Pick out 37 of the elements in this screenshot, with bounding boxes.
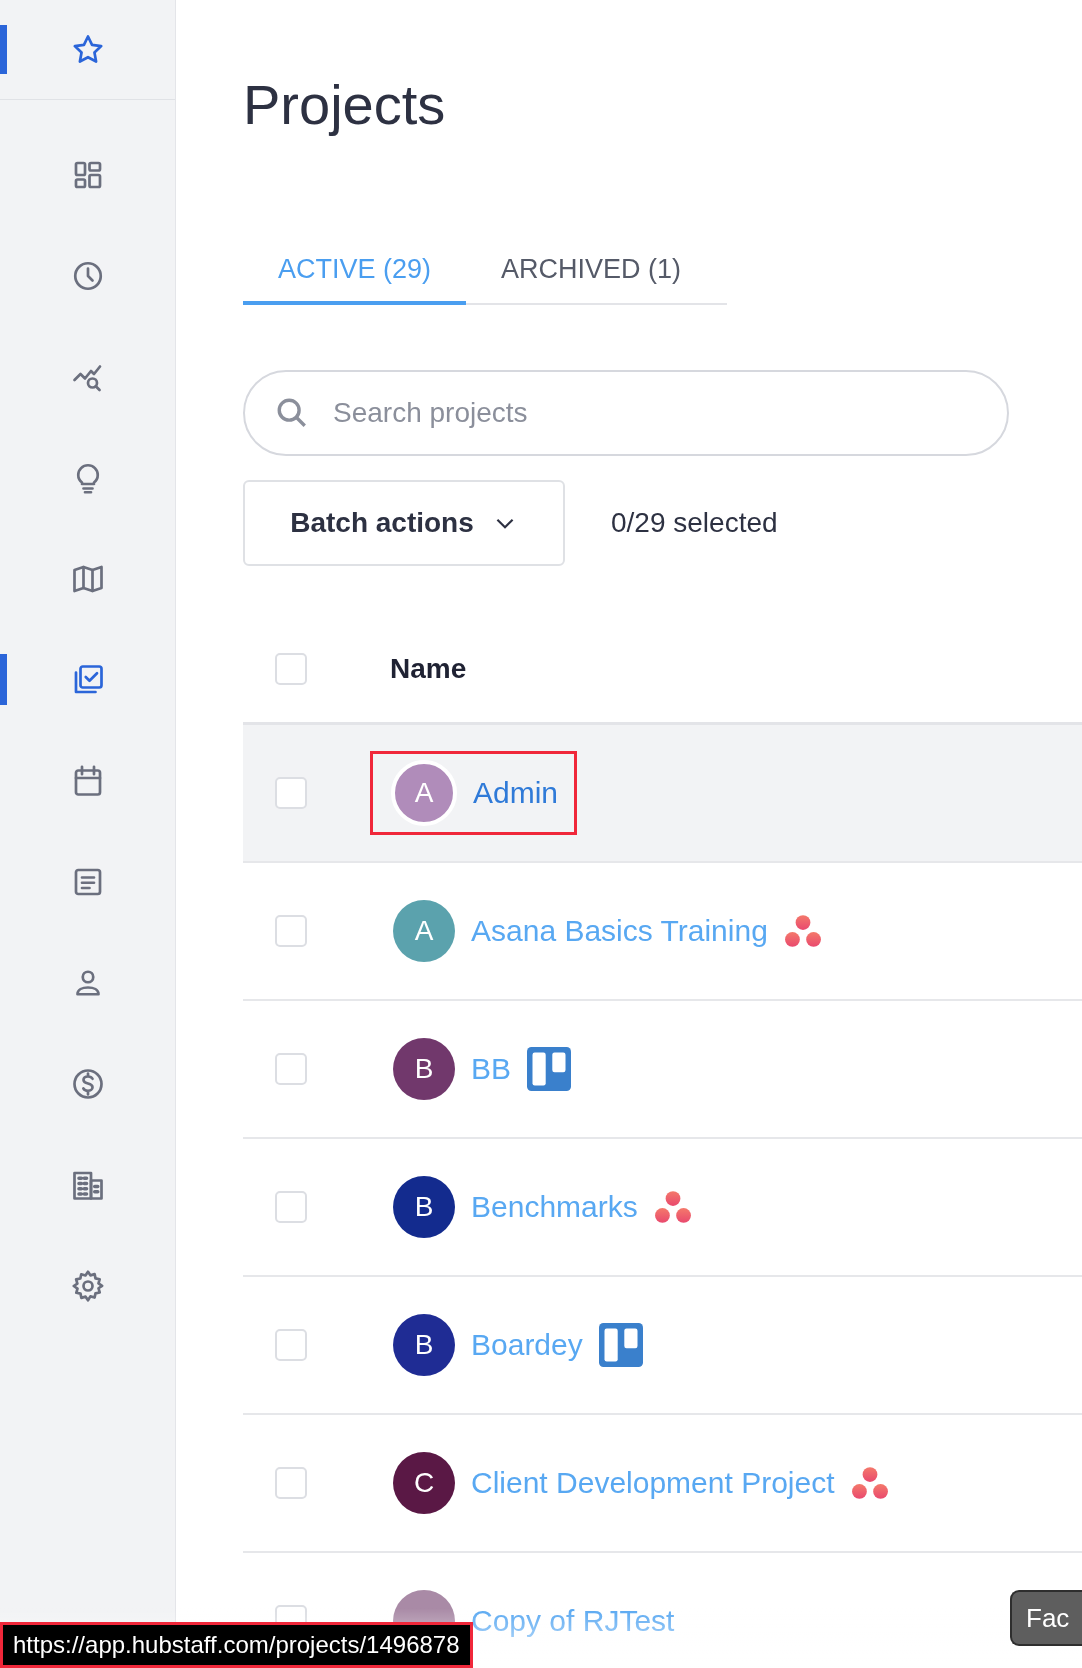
tab[interactable]: ARCHIVED (1): [466, 254, 717, 305]
tab[interactable]: ACTIVE (29): [243, 254, 467, 305]
row-checkbox[interactable]: [275, 915, 307, 947]
link-url-tooltip: https://app.hubstaff.com/projects/1496878: [0, 1622, 473, 1668]
row-checkbox[interactable]: [275, 1191, 307, 1223]
row-checkbox[interactable]: [275, 1329, 307, 1361]
page-title: Projects: [243, 72, 447, 138]
selection-count: 0/29 selected: [611, 507, 778, 539]
active-indicator: [0, 654, 7, 705]
three-dots-icon: [653, 1190, 692, 1224]
project-link[interactable]: Client Development Project: [471, 1466, 835, 1500]
project-link[interactable]: BB: [471, 1052, 512, 1086]
column-header: Name: [390, 653, 467, 685]
board-icon: [527, 1047, 572, 1091]
avatar: B: [393, 1176, 455, 1238]
project-link[interactable]: Copy of RJTest: [471, 1604, 675, 1638]
avatar: C: [393, 1452, 455, 1514]
avatar: A: [393, 900, 455, 962]
batch-actions-dropdown[interactable]: Batch actions: [243, 480, 565, 566]
search-field[interactable]: Search projects: [243, 370, 1009, 456]
avatar: B: [393, 1038, 455, 1100]
project-link[interactable]: Admin: [473, 776, 559, 810]
select-all-checkbox[interactable]: [275, 653, 307, 685]
active-indicator: [0, 25, 7, 74]
avatar: A: [391, 760, 457, 826]
three-dots-icon: [783, 914, 822, 948]
three-dots-icon: [850, 1466, 889, 1500]
project-link[interactable]: Asana Basics Training: [471, 914, 768, 948]
avatar: B: [393, 1314, 455, 1376]
search-icon: [275, 396, 309, 430]
board-icon: [598, 1323, 643, 1367]
project-link[interactable]: Boardey: [471, 1328, 583, 1362]
floating-button[interactable]: Fac: [1010, 1590, 1082, 1646]
row-checkbox[interactable]: [275, 1467, 307, 1499]
row-checkbox[interactable]: [275, 1053, 307, 1085]
row-checkbox[interactable]: [275, 777, 307, 809]
project-link[interactable]: Benchmarks: [471, 1190, 638, 1224]
